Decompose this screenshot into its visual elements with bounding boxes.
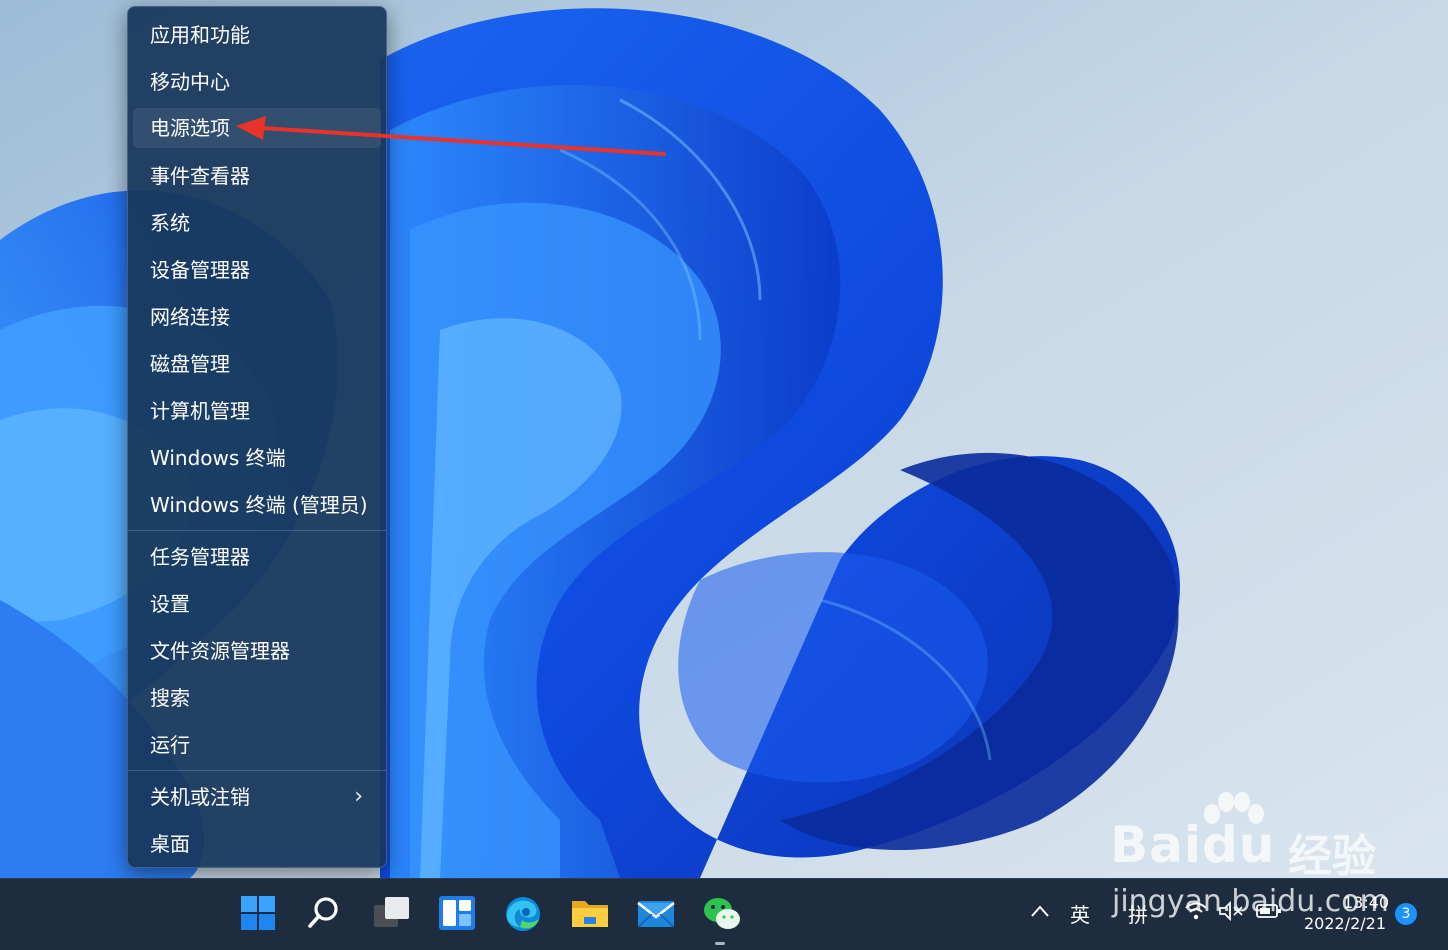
menu-separator — [128, 770, 386, 771]
menu-item-desktop[interactable]: 桌面 — [133, 824, 381, 864]
taskbar-search-button[interactable] — [297, 887, 351, 939]
windows-start-icon — [241, 896, 275, 930]
running-indicator — [715, 942, 725, 945]
task-view-icon — [374, 897, 409, 927]
wechat-icon — [704, 898, 740, 929]
volume-muted-icon[interactable] — [1218, 901, 1244, 921]
clock-time[interactable]: 13:40 — [1343, 893, 1389, 912]
widgets-icon — [439, 896, 475, 930]
file-explorer-button[interactable] — [561, 887, 615, 939]
widgets-button[interactable] — [429, 887, 483, 939]
menu-item-apps-features[interactable]: 应用和功能 — [133, 15, 381, 55]
menu-item-run[interactable]: 运行 — [133, 725, 381, 765]
menu-item-label: 关机或注销 — [150, 785, 250, 809]
ime-mode-indicator[interactable]: 拼 — [1128, 899, 1148, 928]
wechat-button[interactable] — [693, 887, 747, 945]
win-x-context-menu: 应用和功能 移动中心 电源选项 事件查看器 系统 设备管理器 网络连接 磁盘管理… — [127, 6, 387, 868]
menu-item-computer-management[interactable]: 计算机管理 — [133, 391, 381, 431]
menu-item-windows-terminal[interactable]: Windows 终端 — [133, 438, 381, 478]
mail-button[interactable] — [627, 887, 681, 939]
start-button[interactable] — [231, 887, 285, 939]
mail-icon — [637, 901, 675, 928]
clock-date[interactable]: 2022/2/21 — [1304, 914, 1386, 933]
menu-item-network-connections[interactable]: 网络连接 — [133, 297, 381, 337]
menu-item-disk-management[interactable]: 磁盘管理 — [133, 344, 381, 384]
chevron-right-icon: › — [354, 784, 363, 809]
wifi-icon[interactable] — [1184, 901, 1208, 921]
menu-item-system[interactable]: 系统 — [133, 203, 381, 243]
menu-item-event-viewer[interactable]: 事件查看器 — [133, 156, 381, 196]
ime-language-indicator[interactable]: 英 — [1070, 899, 1090, 928]
menu-item-device-manager[interactable]: 设备管理器 — [133, 250, 381, 290]
chevron-up-icon[interactable] — [1030, 904, 1050, 918]
search-icon — [308, 897, 338, 928]
menu-item-task-manager[interactable]: 任务管理器 — [133, 537, 381, 577]
battery-icon[interactable] — [1256, 903, 1282, 919]
menu-item-mobility-center[interactable]: 移动中心 — [133, 62, 381, 102]
menu-item-shutdown-signout[interactable]: 关机或注销 › — [133, 777, 381, 817]
menu-item-search[interactable]: 搜索 — [133, 678, 381, 718]
folder-icon — [572, 901, 608, 927]
menu-item-windows-terminal-admin[interactable]: Windows 终端 (管理员) — [133, 485, 381, 525]
menu-separator — [128, 530, 386, 531]
edge-taskbar-button[interactable] — [495, 887, 549, 939]
edge-browser-icon — [506, 897, 540, 931]
menu-item-settings[interactable]: 设置 — [133, 584, 381, 624]
task-view-button[interactable] — [363, 887, 417, 939]
notification-badge[interactable]: 3 — [1395, 903, 1417, 925]
menu-item-power-options[interactable]: 电源选项 — [133, 108, 381, 148]
menu-item-file-explorer[interactable]: 文件资源管理器 — [133, 631, 381, 671]
